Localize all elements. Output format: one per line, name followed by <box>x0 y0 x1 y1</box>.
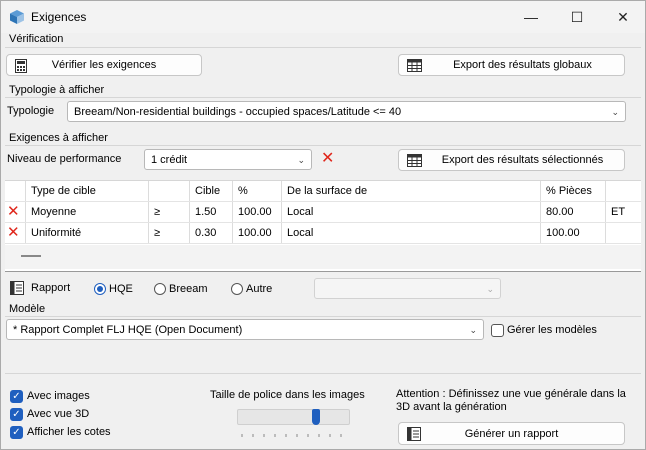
grid-header-logic[interactable] <box>605 181 641 202</box>
row-rooms[interactable]: 80.00 <box>540 201 606 223</box>
chevron-down-icon: ⌄ <box>469 325 477 335</box>
radio-breeam-label[interactable]: Breeam <box>169 283 208 295</box>
radio-other-label[interactable]: Autre <box>246 283 272 295</box>
grid-header-row: Type de cible Cible % De la surface de %… <box>5 181 641 202</box>
check-requirements-button[interactable]: Vérifier les exigences <box>6 54 202 76</box>
performance-level-value: 1 crédit <box>151 153 188 166</box>
horizontal-scrollbar[interactable] <box>5 245 641 269</box>
delete-row-cell[interactable]: ✕ <box>5 201 26 223</box>
row-surface[interactable]: Local <box>281 201 541 223</box>
table-icon <box>407 154 422 167</box>
chevron-down-icon: ⌄ <box>486 284 494 294</box>
delete-row-icon[interactable]: ✕ <box>7 224 20 241</box>
minimize-icon: — <box>524 9 538 25</box>
grid-header-cell <box>5 181 26 202</box>
other-report-select[interactable]: ⌄ <box>314 278 501 299</box>
typology-section-label: Typologie à afficher <box>9 84 105 96</box>
maximize-icon: ☐ <box>570 8 584 25</box>
row-rooms[interactable]: 100.00 <box>540 222 606 244</box>
slider-ticks <box>241 429 345 437</box>
chevron-down-icon: ⌄ <box>611 107 619 117</box>
report-label: Rapport <box>31 282 71 294</box>
export-selected-label: Export des résultats sélectionnés <box>441 154 604 166</box>
grid-header-type[interactable]: Type de cible <box>25 181 149 202</box>
requirements-grid: Type de cible Cible % De la surface de %… <box>5 180 641 272</box>
manage-models-checkbox[interactable] <box>491 324 504 337</box>
report-icon <box>10 281 24 295</box>
radio-hqe[interactable] <box>94 283 106 295</box>
row-pct[interactable]: 100.00 <box>232 222 282 244</box>
row-target[interactable]: 0.30 <box>189 222 233 244</box>
with-3d-label[interactable]: Avec vue 3D <box>27 408 89 420</box>
table-icon <box>407 59 422 72</box>
grid-header-pct[interactable]: % <box>232 181 282 202</box>
separator <box>5 97 641 98</box>
minimize-button[interactable]: — <box>508 1 554 33</box>
radio-other[interactable] <box>231 283 243 295</box>
scrollbar-thumb[interactable] <box>21 255 41 257</box>
export-global-label: Export des résultats globaux <box>453 59 592 71</box>
generate-report-label: Générer un rapport <box>464 427 559 440</box>
row-type[interactable]: Moyenne <box>25 201 149 223</box>
table-row[interactable]: ✕ Moyenne ≥ 1.50 100.00 Local 80.00 ET <box>5 201 641 223</box>
radio-breeam[interactable] <box>154 283 166 295</box>
grid-header-rooms[interactable]: % Pièces <box>540 181 606 202</box>
row-pct[interactable]: 100.00 <box>232 201 282 223</box>
typology-field-label: Typologie <box>7 105 55 117</box>
typology-value: Breeam/Non-residential buildings - occup… <box>74 105 402 118</box>
export-global-button[interactable]: Export des résultats globaux <box>398 54 625 76</box>
performance-level-label: Niveau de performance <box>7 153 122 165</box>
separator <box>5 316 641 317</box>
exigences-window: Exigences — ☐ ✕ Vérification Vérifier le… <box>0 0 646 450</box>
with-3d-checkbox[interactable]: ✓ <box>10 408 23 421</box>
separator <box>5 373 641 374</box>
separator <box>5 47 641 48</box>
grid-header-op[interactable] <box>148 181 190 202</box>
attention-message: Attention : Définissez une vue générale … <box>396 388 626 413</box>
close-button[interactable]: ✕ <box>600 1 646 33</box>
row-surface[interactable]: Local <box>281 222 541 244</box>
app-cube-icon <box>10 10 24 24</box>
with-images-label[interactable]: Avec images <box>27 390 90 402</box>
show-dims-checkbox[interactable]: ✓ <box>10 426 23 439</box>
title-bar: Exigences — ☐ ✕ <box>1 1 645 33</box>
row-logic[interactable]: ET <box>605 201 641 223</box>
performance-level-select[interactable]: 1 crédit ⌄ <box>144 149 312 170</box>
radio-hqe-label[interactable]: HQE <box>109 283 133 295</box>
model-section-label: Modèle <box>9 303 46 315</box>
row-op[interactable]: ≥ <box>148 201 190 223</box>
close-icon: ✕ <box>617 8 629 25</box>
grid-header-target[interactable]: Cible <box>189 181 233 202</box>
export-selected-button[interactable]: Export des résultats sélectionnés <box>398 149 625 171</box>
font-size-label: Taille de police dans les images <box>210 389 365 401</box>
row-logic[interactable] <box>605 222 641 244</box>
row-op[interactable]: ≥ <box>148 222 190 244</box>
row-target[interactable]: 1.50 <box>189 201 233 223</box>
manage-models-label[interactable]: Gérer les modèles <box>507 324 597 336</box>
calculator-icon <box>15 59 27 73</box>
model-select[interactable]: * Rapport Complet FLJ HQE (Open Document… <box>6 319 484 340</box>
generate-report-button[interactable]: Générer un rapport <box>398 422 625 445</box>
clear-level-icon[interactable]: ✕ <box>321 151 334 167</box>
grid-header-surface[interactable]: De la surface de <box>281 181 541 202</box>
model-value: * Rapport Complet FLJ HQE (Open Document… <box>13 323 243 336</box>
check-requirements-label: Vérifier les exigences <box>51 59 157 71</box>
typology-select[interactable]: Breeam/Non-residential buildings - occup… <box>67 101 626 122</box>
window-title: Exigences <box>31 10 87 24</box>
maximize-button[interactable]: ☐ <box>554 1 600 33</box>
row-type[interactable]: Uniformité <box>25 222 149 244</box>
chevron-down-icon: ⌄ <box>297 155 305 165</box>
verification-label: Vérification <box>9 33 64 45</box>
delete-row-cell[interactable]: ✕ <box>5 222 26 244</box>
table-row[interactable]: ✕ Uniformité ≥ 0.30 100.00 Local 100.00 <box>5 222 641 244</box>
requirements-section-label: Exigences à afficher <box>9 132 108 144</box>
slider-thumb[interactable] <box>312 409 320 425</box>
report-icon <box>407 427 421 441</box>
separator <box>5 145 641 146</box>
show-dims-label[interactable]: Afficher les cotes <box>27 426 111 438</box>
delete-row-icon[interactable]: ✕ <box>7 203 20 220</box>
with-images-checkbox[interactable]: ✓ <box>10 390 23 403</box>
font-size-slider[interactable] <box>237 409 350 425</box>
